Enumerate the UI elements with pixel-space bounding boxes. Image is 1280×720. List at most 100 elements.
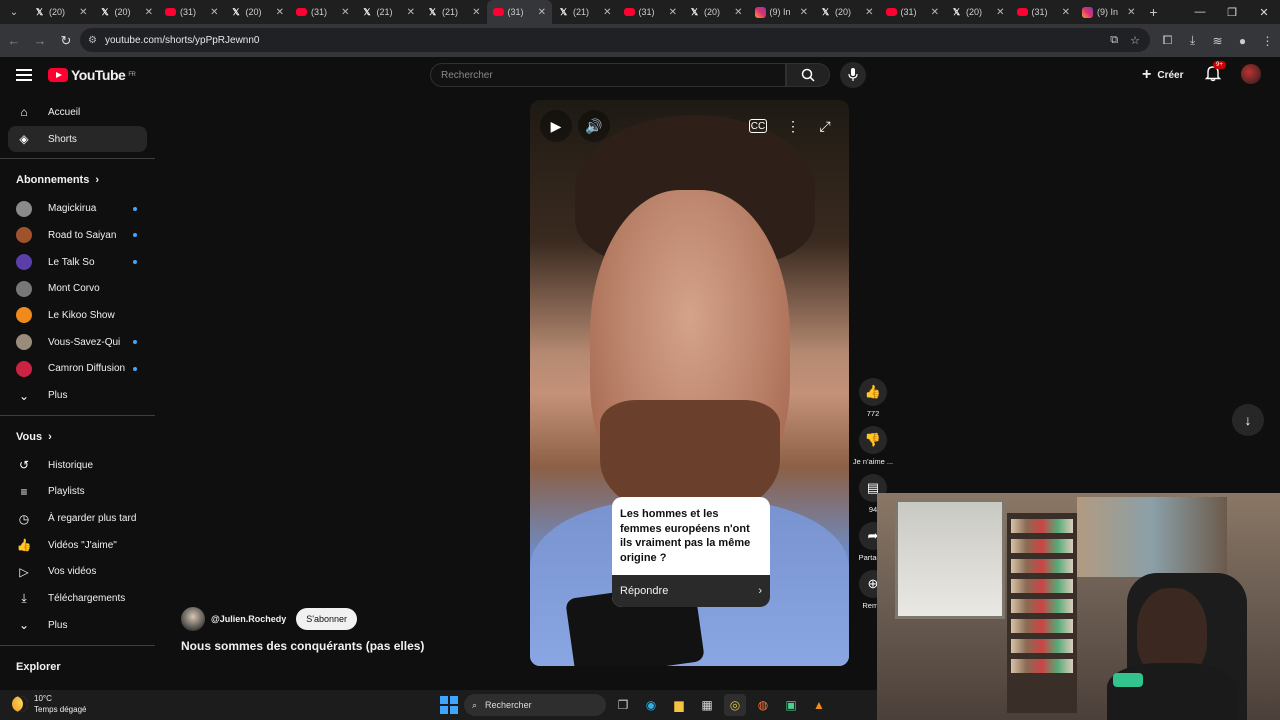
reload-icon[interactable]: ↻ — [54, 29, 78, 53]
channel-name[interactable]: @Julien.Rochedy — [211, 614, 286, 624]
browser-tab[interactable]: (31) ✕ — [1011, 0, 1077, 24]
address-bar[interactable]: ⚙ youtube.com/shorts/ypPpRJewnn0 ⧉ ☆ — [80, 28, 1150, 52]
sidebar-item-vous-savez-qui[interactable]: Vous-Savez-Qui — [8, 329, 147, 356]
captions-icon[interactable]: CC — [749, 119, 767, 133]
short-title[interactable]: Nous sommes des conquérants (pas elles) — [181, 639, 424, 653]
notifications-button[interactable]: 9+ — [1204, 61, 1226, 84]
subscribe-button[interactable]: S'abonner — [296, 608, 358, 630]
browser-tab[interactable]: (31) ✕ — [290, 0, 356, 24]
close-tab-icon[interactable]: ✕ — [996, 7, 1004, 18]
cast-icon[interactable]: ⧉ — [1110, 34, 1118, 47]
browser-tab[interactable]: (9) In ✕ — [749, 0, 815, 24]
close-tab-icon[interactable]: ✕ — [538, 7, 546, 18]
like-button[interactable]: 👍 — [859, 378, 887, 406]
sidebar-item--regarder-plus-tard[interactable]: ◷ À regarder plus tard — [8, 505, 147, 532]
close-tab-icon[interactable]: ✕ — [603, 7, 611, 18]
windows-start-icon[interactable] — [440, 696, 458, 714]
bookmark-star-icon[interactable]: ☆ — [1130, 34, 1140, 47]
close-tab-icon[interactable]: ✕ — [145, 7, 153, 18]
browser-tab[interactable]: 𝕏 (20) ✕ — [683, 0, 749, 24]
close-tab-icon[interactable]: ✕ — [472, 7, 480, 18]
browser-tab[interactable]: (9) In ✕ — [1076, 0, 1142, 24]
dislike-button[interactable]: 👎 — [859, 426, 887, 454]
extensions-icon[interactable]: ⧠ — [1155, 33, 1180, 48]
sidebar-item-vid-os-j-aime-[interactable]: 👍 Vidéos "J'aime" — [8, 532, 147, 559]
close-tab-icon[interactable]: ✕ — [276, 7, 284, 18]
close-tab-icon[interactable]: ✕ — [800, 7, 808, 18]
close-tab-icon[interactable]: ✕ — [669, 7, 677, 18]
youtube-logo[interactable]: YouTube FR — [48, 67, 136, 83]
tab-search-icon[interactable]: ⌄ — [0, 0, 28, 24]
sidebar-item-t-l-chargements[interactable]: ⤓ Téléchargements — [8, 585, 147, 612]
close-tab-icon[interactable]: ✕ — [734, 7, 742, 18]
browser-tab[interactable]: 𝕏 (20) ✕ — [225, 0, 291, 24]
menu-icon[interactable] — [16, 69, 32, 81]
sidebar-item-historique[interactable]: ↺ Historique — [8, 452, 147, 479]
more-options-icon[interactable]: ⋮ — [781, 114, 805, 138]
back-icon[interactable]: ← — [2, 29, 26, 53]
you-heading[interactable]: Vous › — [0, 422, 155, 452]
browser-tab[interactable]: 𝕏 (20) ✕ — [814, 0, 880, 24]
sidebar-item-magickirua[interactable]: Magickirua — [8, 195, 147, 222]
close-tab-icon[interactable]: ✕ — [210, 7, 218, 18]
forward-icon[interactable]: → — [28, 29, 52, 53]
browser-tab[interactable]: (31) ✕ — [159, 0, 225, 24]
close-tab-icon[interactable]: ✕ — [1062, 7, 1070, 18]
weather-widget[interactable]: 10°C Temps dégagé — [12, 693, 86, 715]
question-sticker[interactable]: Les hommes et les femmes européens n'ont… — [612, 497, 770, 607]
sidebar-item-playlists[interactable]: ≡ Playlists — [8, 479, 147, 506]
play-icon[interactable]: ▶ — [544, 114, 568, 138]
sidebar-item-mont-corvo[interactable]: Mont Corvo — [8, 275, 147, 302]
site-info-icon[interactable]: ⚙ — [88, 35, 97, 46]
account-avatar[interactable] — [1241, 64, 1261, 84]
restore-icon[interactable]: ❐ — [1216, 0, 1248, 24]
chrome-icon[interactable]: ◎ — [724, 694, 746, 716]
reply-button[interactable]: Répondre › — [612, 575, 770, 607]
browser-tab[interactable]: (31) ✕ — [486, 0, 552, 24]
browser-tab[interactable]: 𝕏 (21) ✕ — [421, 0, 487, 24]
new-tab-button[interactable]: + — [1142, 4, 1166, 20]
volume-icon[interactable]: 🔊 — [582, 114, 606, 138]
close-tab-icon[interactable]: ✕ — [1127, 7, 1135, 18]
browser-tab[interactable]: 𝕏 (20) ✕ — [94, 0, 160, 24]
close-tab-icon[interactable]: ✕ — [931, 7, 939, 18]
media-icon[interactable]: ≋ — [1205, 34, 1230, 48]
close-window-icon[interactable]: ✕ — [1248, 0, 1280, 24]
search-input[interactable]: Rechercher — [430, 63, 786, 87]
app-icon[interactable]: ▣ — [780, 694, 802, 716]
subscriptions-heading[interactable]: Abonnements › — [0, 165, 155, 195]
browser-tab[interactable]: 𝕏 (21) ✕ — [356, 0, 422, 24]
task-view-icon[interactable]: ❐ — [612, 694, 634, 716]
profile-icon[interactable]: ● — [1230, 34, 1255, 48]
next-short-button[interactable]: ↓ — [1232, 404, 1264, 436]
vlc-icon[interactable]: ▲ — [808, 694, 830, 716]
sidebar-item-road-to-saiyan[interactable]: Road to Saiyan — [8, 222, 147, 249]
taskbar-search[interactable]: ⌕ Rechercher — [464, 694, 606, 716]
browser-menu-icon[interactable]: ⋮ — [1255, 34, 1280, 48]
browser-tab[interactable]: 𝕏 (21) ✕ — [552, 0, 618, 24]
firefox-icon[interactable]: ◍ — [752, 694, 774, 716]
close-tab-icon[interactable]: ✕ — [865, 7, 873, 18]
download-icon[interactable]: ⤓ — [1180, 33, 1205, 48]
sidebar-item-le-talk-so[interactable]: Le Talk So — [8, 249, 147, 276]
sidebar-item-le-kikoo-show[interactable]: Le Kikoo Show — [8, 302, 147, 329]
close-tab-icon[interactable]: ✕ — [407, 7, 415, 18]
subscriptions-more[interactable]: ⌄ Plus — [8, 382, 147, 409]
close-tab-icon[interactable]: ✕ — [79, 7, 87, 18]
fullscreen-icon[interactable]: ⤢ — [813, 114, 837, 138]
search-button[interactable] — [786, 63, 830, 87]
voice-search-button[interactable] — [840, 62, 866, 88]
file-explorer-icon[interactable]: ▆ — [668, 694, 690, 716]
browser-tab[interactable]: (31) ✕ — [880, 0, 946, 24]
you-more[interactable]: ⌄ Plus — [8, 612, 147, 639]
create-button[interactable]: + Créer — [1134, 62, 1191, 88]
browser-tab[interactable]: (31) ✕ — [618, 0, 684, 24]
browser-tab[interactable]: 𝕏 (20) ✕ — [945, 0, 1011, 24]
sidebar-item-accueil[interactable]: ⌂ Accueil — [8, 99, 147, 126]
minimize-icon[interactable]: — — [1184, 0, 1216, 24]
sidebar-item-camron-diffusion[interactable]: Camron Diffusion — [8, 356, 147, 383]
browser-tab[interactable]: 𝕏 (20) ✕ — [28, 0, 94, 24]
store-icon[interactable]: ▦ — [696, 694, 718, 716]
sidebar-item-vos-vid-os[interactable]: ▷ Vos vidéos — [8, 559, 147, 586]
close-tab-icon[interactable]: ✕ — [341, 7, 349, 18]
